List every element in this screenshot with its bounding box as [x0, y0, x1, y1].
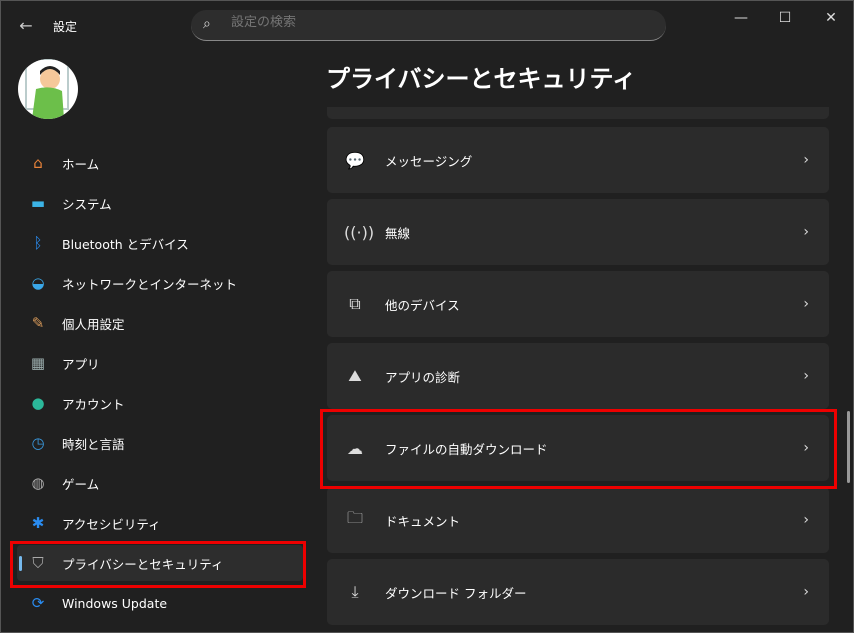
- list-item[interactable]: 💬 メッセージング ›: [327, 127, 829, 193]
- list-item[interactable]: ⧉ 他のデバイス ›: [327, 271, 829, 337]
- sidebar-item-label: システム: [62, 196, 112, 212]
- cloud-icon: ☁: [347, 438, 363, 458]
- list-item-partial[interactable]: [327, 107, 829, 119]
- avatar-image: [25, 59, 69, 119]
- sidebar-item[interactable]: ● アカウント: [17, 385, 303, 421]
- account-icon: ●: [31, 394, 45, 412]
- sidebar-item[interactable]: ✎ 個人用設定: [17, 305, 303, 341]
- sidebar-item[interactable]: ▦ アプリ: [17, 345, 303, 381]
- list-item-label: 無線: [385, 225, 411, 241]
- bluetooth-icon: ᛒ: [33, 234, 43, 252]
- sidebar-item-label: Bluetooth とデバイス: [62, 236, 189, 252]
- list-item-label: ダウンロード フォルダー: [385, 585, 527, 601]
- sidebar-item[interactable]: ▬ システム: [17, 185, 303, 221]
- sidebar-item[interactable]: ◒ ネットワークとインターネット: [17, 265, 303, 301]
- list-item-label: 他のデバイス: [385, 297, 460, 313]
- list-item-label: メッセージング: [385, 153, 473, 169]
- sidebar-item-label: ネットワークとインターネット: [62, 276, 238, 292]
- minimize-button[interactable]: —: [726, 7, 756, 29]
- documents-icon: 🗀: [346, 507, 363, 527]
- chevron-right-icon: ›: [803, 440, 809, 456]
- sidebar-item[interactable]: ⟳ Windows Update: [17, 585, 303, 621]
- home-icon: ⌂: [33, 154, 43, 172]
- gamepad-icon: ◍: [31, 474, 45, 492]
- search-input[interactable]: [231, 15, 631, 30]
- sidebar-item-label: プライバシーとセキュリティ: [62, 556, 224, 572]
- sidebar-item-label: ゲーム: [62, 476, 100, 492]
- brush-icon: ✎: [31, 314, 45, 332]
- sidebar-item-label: アカウント: [62, 396, 125, 412]
- app-title: 設定: [53, 20, 78, 34]
- list-item[interactable]: ⛰ アプリの診断 ›: [327, 343, 829, 409]
- message-icon: 💬: [345, 150, 365, 170]
- close-button[interactable]: ✕: [816, 7, 846, 29]
- list-item-label: ファイルの自動ダウンロード: [385, 441, 548, 457]
- sidebar-item-label: ホーム: [62, 156, 100, 172]
- avatar[interactable]: [18, 59, 78, 119]
- scrollbar[interactable]: [847, 411, 850, 483]
- sidebar-item-label: アクセシビリティ: [62, 516, 161, 532]
- windows-update-icon: ⟳: [31, 594, 45, 612]
- list-item[interactable]: ⤓ ダウンロード フォルダー ›: [327, 559, 829, 625]
- list-item[interactable]: ((·)) 無線 ›: [327, 199, 829, 265]
- sidebar-item-label: 時刻と言語: [62, 436, 125, 452]
- download-folder-icon: ⤓: [351, 582, 359, 601]
- apps-icon: ▦: [30, 354, 46, 372]
- chevron-right-icon: ›: [803, 152, 809, 168]
- devices-icon: ⧉: [349, 294, 361, 313]
- sidebar-item[interactable]: ⛉ プライバシーとセキュリティ: [17, 545, 303, 581]
- chevron-right-icon: ›: [803, 512, 809, 528]
- chevron-right-icon: ›: [803, 368, 809, 384]
- system-icon: ▬: [30, 194, 46, 212]
- diagnostics-icon: ⛰: [348, 366, 362, 385]
- sidebar-item[interactable]: ✱ アクセシビリティ: [17, 505, 303, 541]
- list-item[interactable]: 🗀 ドキュメント ›: [327, 487, 829, 553]
- accessibility-icon: ✱: [31, 514, 45, 532]
- sidebar-item[interactable]: ᛒ Bluetooth とデバイス: [17, 225, 303, 261]
- sidebar-item-label: アプリ: [62, 356, 100, 372]
- list-item-label: アプリの診断: [385, 369, 461, 385]
- chevron-right-icon: ›: [803, 296, 809, 312]
- sidebar-item-label: 個人用設定: [62, 316, 125, 332]
- wifi-icon: ◒: [31, 274, 45, 292]
- search-box[interactable]: ⌕: [191, 10, 666, 41]
- sidebar-item[interactable]: ◍ ゲーム: [17, 465, 303, 501]
- sidebar-item-label: Windows Update: [62, 595, 168, 611]
- time-language-icon: ◷: [31, 434, 45, 452]
- radio-tower-icon: ((·)): [344, 222, 375, 242]
- list-item[interactable]: ☁ ファイルの自動ダウンロード ›: [327, 415, 829, 481]
- search-icon: ⌕: [203, 16, 211, 32]
- maximize-button[interactable]: ☐: [770, 7, 800, 29]
- list-item-label: ドキュメント: [385, 513, 461, 529]
- sidebar-item[interactable]: ◷ 時刻と言語: [17, 425, 303, 461]
- shield-icon: ⛉: [32, 554, 44, 572]
- back-button[interactable]: ←: [15, 15, 37, 37]
- chevron-right-icon: ›: [803, 224, 809, 240]
- page-title: プライバシーとセキュリティ: [326, 65, 637, 93]
- sidebar-item[interactable]: ⌂ ホーム: [17, 145, 303, 181]
- chevron-right-icon: ›: [803, 584, 809, 600]
